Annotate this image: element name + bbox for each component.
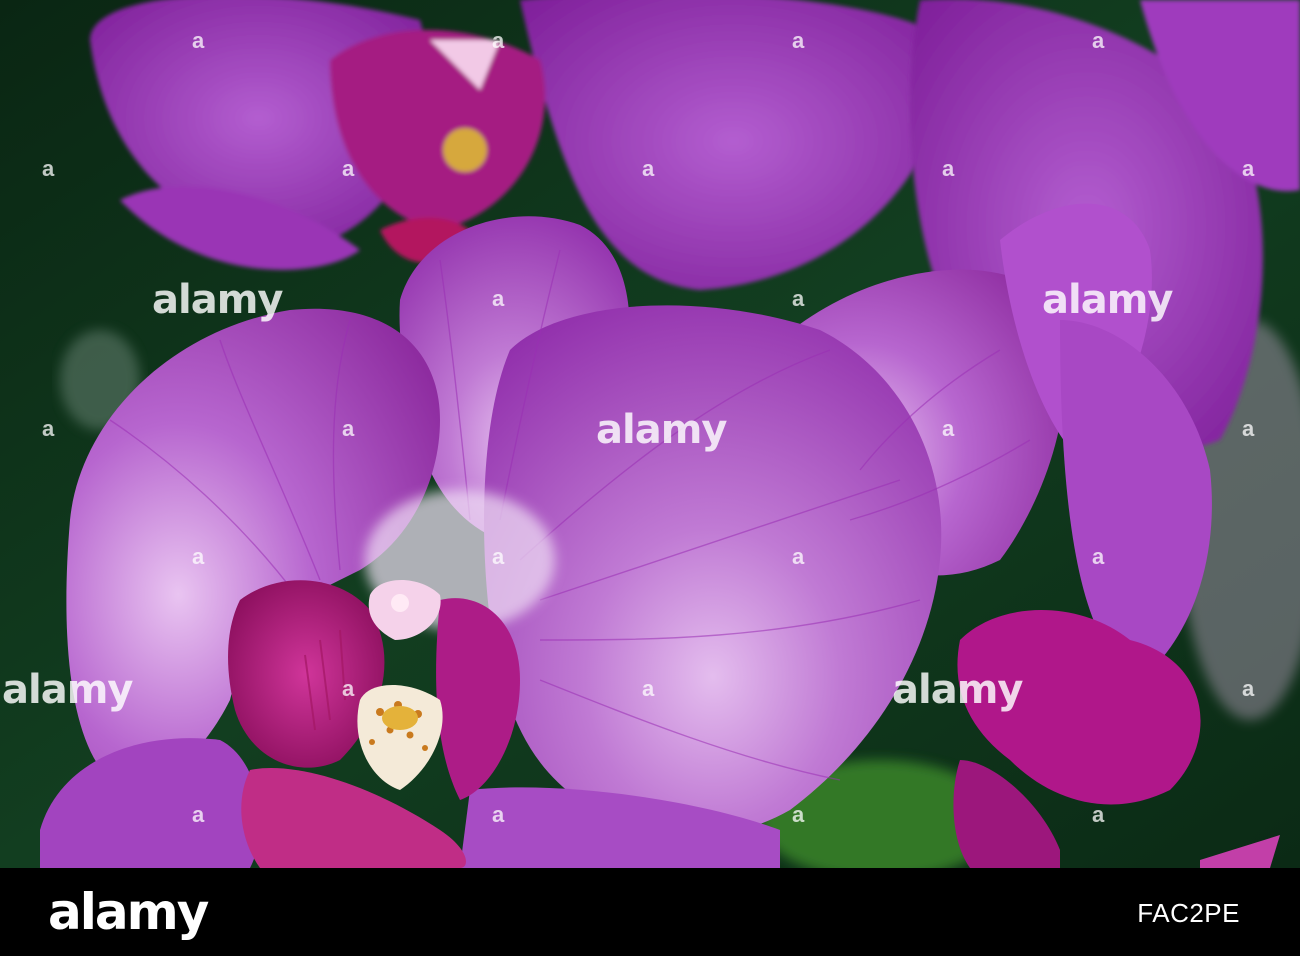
- orchid-illustration: [0, 0, 1300, 868]
- orchid-photo: a a a a a a a a a alamy a a alamy a a al…: [0, 0, 1300, 868]
- image-id: FAC2PE: [1137, 898, 1240, 928]
- alamy-logo: alamy: [48, 883, 209, 941]
- footer-bar: alamy FAC2PE: [0, 868, 1300, 956]
- stock-photo: a a a a a a a a a alamy a a alamy a a al…: [0, 0, 1300, 956]
